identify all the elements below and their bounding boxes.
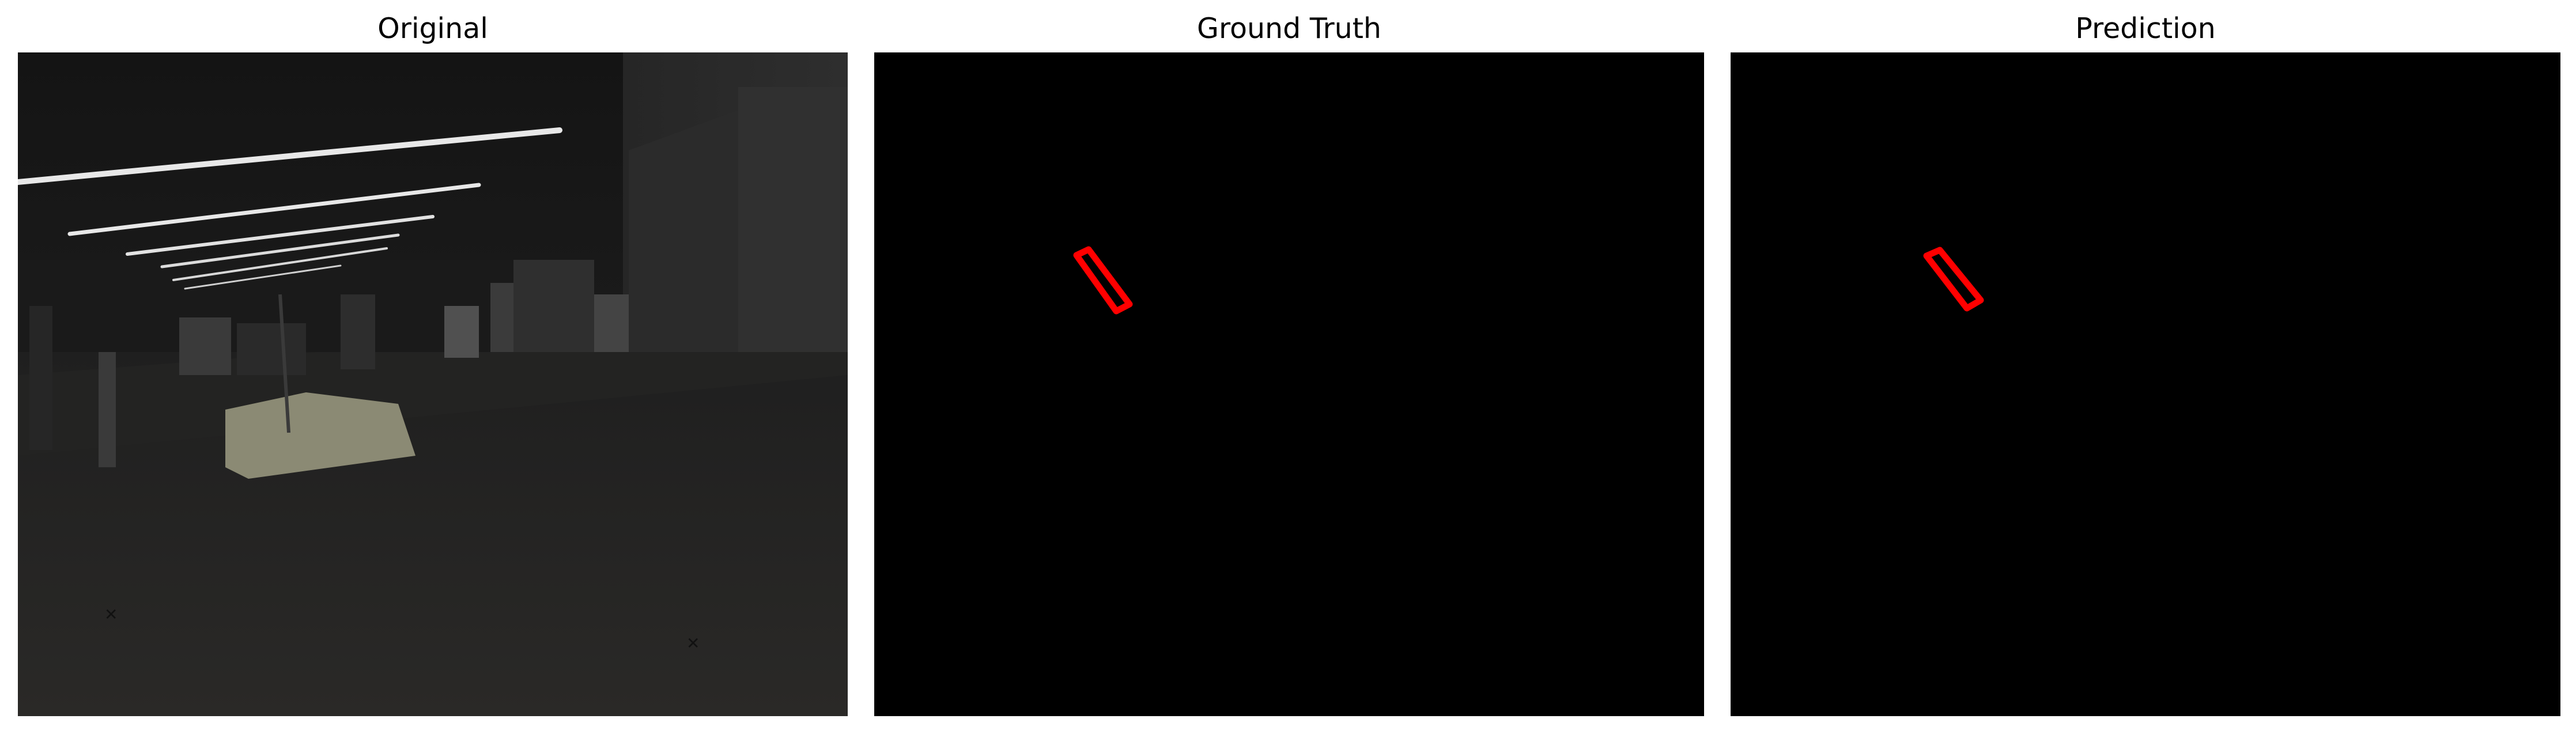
ground-truth-mask [874, 52, 1704, 716]
original-scene: ✕ ✕ [18, 52, 848, 716]
panel-title-prediction: Prediction [2075, 12, 2216, 45]
panel-title-original: Original [377, 12, 488, 45]
svg-text:✕: ✕ [104, 605, 118, 624]
svg-text:✕: ✕ [686, 634, 700, 653]
prediction-mask [1731, 52, 2560, 716]
original-image: ✕ ✕ [18, 52, 848, 716]
panel-title-ground-truth: Ground Truth [1196, 12, 1381, 45]
